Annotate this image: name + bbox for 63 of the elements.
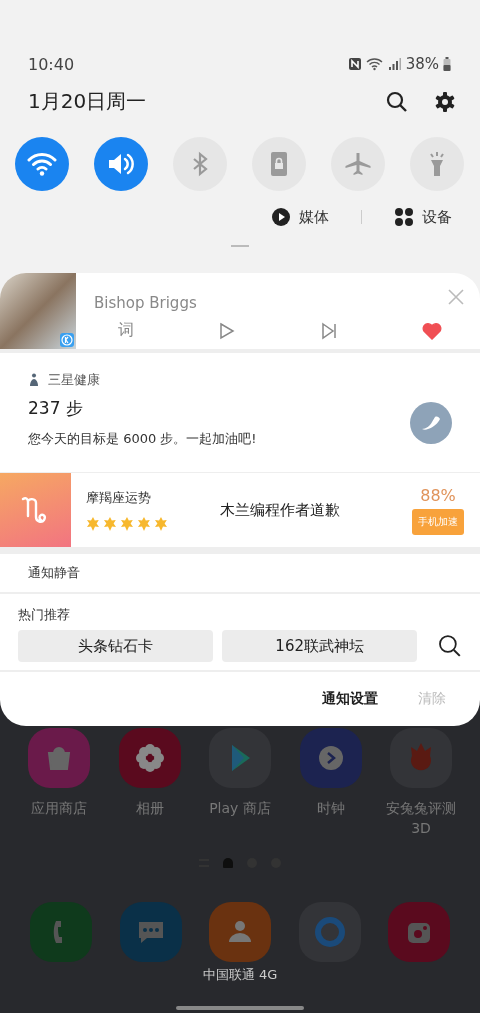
lyrics-button[interactable]: 词	[118, 320, 134, 341]
camera-app-icon[interactable]	[388, 902, 450, 962]
horoscope-title: 摩羯座运势	[86, 489, 152, 507]
notification-settings-button[interactable]: 通知设置	[322, 690, 378, 708]
search-icon[interactable]	[438, 634, 462, 658]
goal-message: 您今天的目标是 6000 步。一起加油吧!	[28, 430, 257, 448]
nfc-icon	[347, 57, 362, 71]
app-label[interactable]: Play 商店	[209, 798, 271, 818]
star-icon	[86, 517, 100, 531]
wifi-icon	[365, 57, 384, 71]
drag-handle[interactable]	[231, 245, 249, 247]
search-icon[interactable]	[386, 90, 408, 113]
battery-icon	[443, 57, 451, 71]
music-artist: Bishop Briggs	[94, 294, 197, 312]
wifi-toggle[interactable]	[15, 137, 69, 191]
heart-icon[interactable]	[422, 321, 442, 340]
next-track-icon[interactable]	[320, 321, 337, 340]
person-app-icon[interactable]	[209, 902, 271, 962]
app-label[interactable]: 安兔兔评测 3D	[386, 798, 456, 838]
signal-icon	[387, 57, 402, 71]
ring-app-icon[interactable]	[298, 902, 361, 962]
chat-app-icon[interactable]	[119, 902, 182, 962]
star-icon	[120, 517, 134, 531]
clock-time: 10:40	[28, 54, 75, 74]
carrier-label: 中国联通 4G	[201, 966, 279, 984]
step-count: 237 步	[28, 397, 84, 420]
app-label[interactable]: 应用商店	[31, 798, 87, 818]
flower-app-icon[interactable]	[118, 728, 181, 788]
four-dots-icon	[394, 207, 414, 227]
play-icon	[271, 207, 291, 227]
devices-link[interactable]: 设备	[394, 207, 452, 227]
phone-app-icon[interactable]	[30, 902, 92, 962]
bag-app-icon[interactable]	[28, 728, 90, 788]
silent-notifications-label[interactable]: 通知静音	[28, 565, 80, 580]
play-icon[interactable]	[219, 321, 236, 340]
airplane-icon	[343, 151, 373, 177]
media-link[interactable]: 媒体	[271, 207, 329, 227]
news-headline[interactable]: 木兰编程作者道歉	[206, 500, 412, 520]
suggestion-chip[interactable]: 162联武神坛	[222, 630, 418, 662]
boost-button[interactable]: 手机加速	[412, 508, 464, 535]
app-label[interactable]: 时钟	[316, 798, 345, 818]
wifi-icon	[27, 151, 57, 177]
shoe-icon[interactable]	[410, 401, 452, 444]
app-label[interactable]: 相册	[135, 798, 164, 818]
clear-button[interactable]: 清除	[418, 690, 446, 708]
play-app-icon[interactable]	[209, 728, 271, 788]
battery-percent: 38%	[405, 55, 439, 73]
page-indicator[interactable]	[223, 858, 233, 868]
section-title: 热门推荐	[18, 607, 70, 622]
settings-icon[interactable]	[434, 90, 456, 113]
app-badge-icon	[60, 333, 74, 347]
runner-icon	[28, 373, 40, 387]
star-icon	[137, 517, 151, 531]
star-icon	[103, 517, 117, 531]
app-name: 三星健康	[48, 371, 100, 389]
speaker-icon	[106, 151, 136, 177]
close-icon[interactable]	[448, 289, 464, 305]
suggestion-chip[interactable]: 头条钻石卡	[18, 630, 214, 662]
date-text: 1月20日周一	[28, 88, 147, 115]
sound-toggle[interactable]	[94, 137, 148, 191]
memory-percent: 88%	[420, 485, 456, 505]
clock-app-icon[interactable]	[299, 728, 362, 788]
star-icon	[154, 517, 168, 531]
